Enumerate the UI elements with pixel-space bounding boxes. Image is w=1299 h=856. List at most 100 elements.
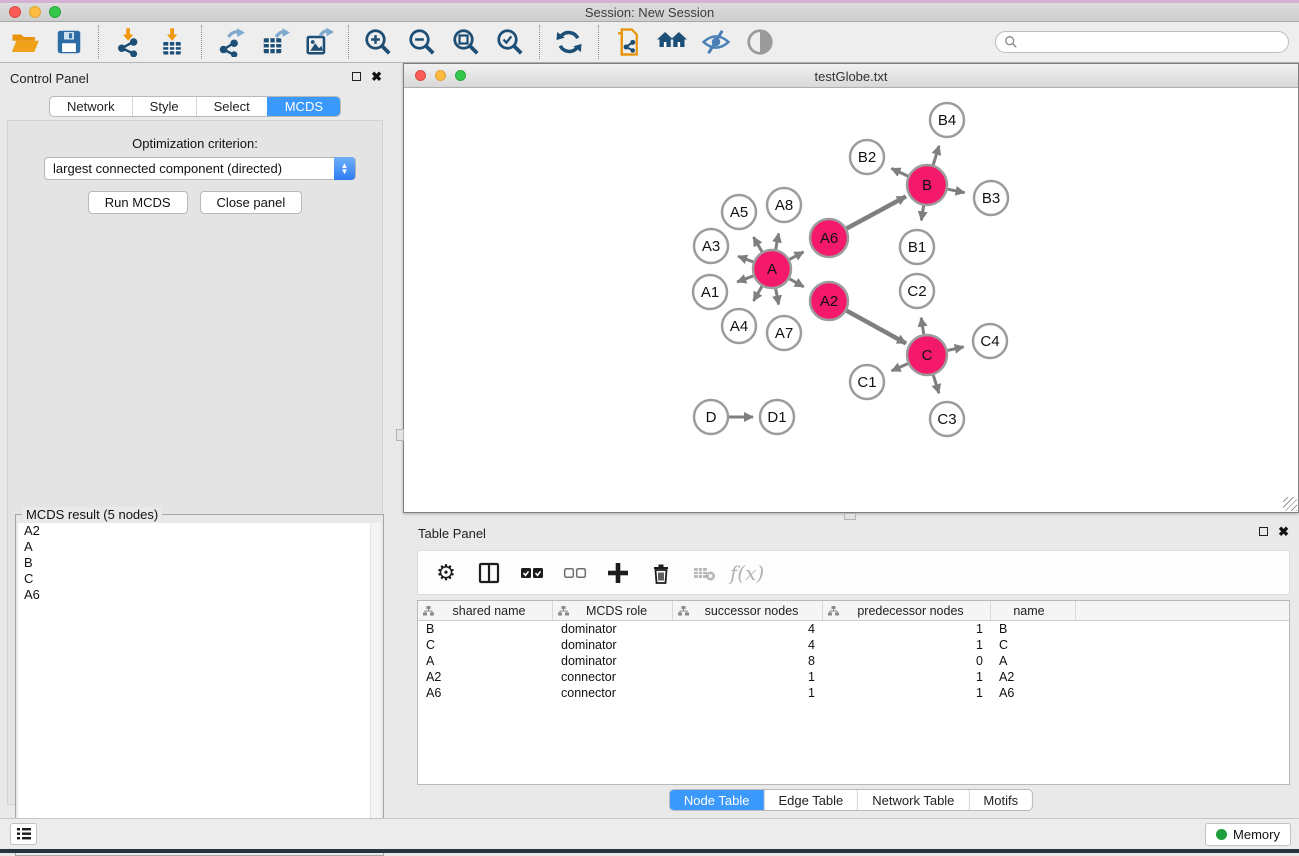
horizontal-splitter-handle[interactable] (844, 513, 856, 520)
graph-edge-B-B2[interactable] (891, 168, 908, 176)
cell-successor-nodes[interactable]: 1 (673, 669, 823, 685)
graph-edge-B-B3[interactable] (948, 189, 965, 192)
zoom-selected-icon[interactable] (493, 25, 527, 59)
graph-edge-A-A5[interactable] (754, 237, 762, 252)
graph-edge-A-A4[interactable] (754, 286, 762, 301)
graph-node-B3[interactable]: B3 (974, 181, 1008, 215)
graph-edge-C-C1[interactable] (892, 364, 908, 371)
graph-node-A[interactable]: A (753, 250, 791, 288)
mcds-result-item[interactable]: A6 (18, 587, 381, 603)
run-mcds-button[interactable]: Run MCDS (88, 191, 188, 214)
zoom-fit-icon[interactable] (449, 25, 483, 59)
float-panel-icon[interactable] (352, 72, 361, 81)
table-settings-gear-icon[interactable]: ⚙ (432, 559, 460, 587)
deselect-all-columns-icon[interactable] (561, 559, 589, 587)
select-all-columns-icon[interactable] (518, 559, 546, 587)
graph-node-A7[interactable]: A7 (767, 316, 801, 350)
close-panel-icon[interactable]: ✖ (371, 72, 382, 81)
column-header-shared-name[interactable]: shared name (418, 601, 553, 620)
float-table-panel-icon[interactable] (1259, 527, 1268, 536)
graph-node-A4[interactable]: A4 (722, 309, 756, 343)
cell-successor-nodes[interactable]: 8 (673, 653, 823, 669)
graph-node-A1[interactable]: A1 (693, 275, 727, 309)
graph-edge-A-A6[interactable] (790, 252, 804, 260)
open-session-icon[interactable] (8, 25, 42, 59)
graph-node-A6[interactable]: A6 (810, 219, 848, 257)
graph-edge-A6-B[interactable] (847, 196, 906, 228)
cell-successor-nodes[interactable]: 4 (673, 621, 823, 637)
graph-edge-C-C2[interactable] (921, 318, 924, 335)
table-row[interactable]: A2connector11A2 (418, 669, 1289, 685)
graph-edge-C-C3[interactable] (933, 375, 939, 393)
cell-name[interactable]: B (991, 621, 1076, 637)
column-header-MCDS-role[interactable]: MCDS role (553, 601, 673, 620)
cell-name[interactable]: A6 (991, 685, 1076, 701)
cell-MCDS-role[interactable]: dominator (553, 637, 673, 653)
cell-successor-nodes[interactable]: 4 (673, 637, 823, 653)
refresh-layout-icon[interactable] (552, 25, 586, 59)
graph-edge-A-A8[interactable] (776, 234, 779, 250)
table-row[interactable]: Bdominator41B (418, 621, 1289, 637)
graph-node-C1[interactable]: C1 (850, 365, 884, 399)
cell-predecessor-nodes[interactable]: 1 (823, 621, 991, 637)
function-builder-icon[interactable]: f(x) (733, 559, 761, 587)
create-column-icon[interactable] (604, 559, 632, 587)
memory-button[interactable]: Memory (1205, 823, 1291, 846)
tab-style[interactable]: Style (132, 97, 196, 116)
tab-network[interactable]: Network (50, 97, 132, 116)
graph-node-C3[interactable]: C3 (930, 402, 964, 436)
tab-mcds[interactable]: MCDS (267, 97, 340, 116)
cell-name[interactable]: A2 (991, 669, 1076, 685)
vertical-splitter-handle[interactable] (396, 429, 404, 441)
graph-node-A8[interactable]: A8 (767, 188, 801, 222)
cell-predecessor-nodes[interactable]: 1 (823, 669, 991, 685)
graph-node-B[interactable]: B (907, 165, 947, 205)
graph-node-A2[interactable]: A2 (810, 282, 848, 320)
mcds-result-item[interactable]: A (18, 539, 381, 555)
graph-node-A5[interactable]: A5 (722, 195, 756, 229)
network-window-titlebar[interactable]: testGlobe.txt (404, 64, 1298, 88)
home-layout-icon[interactable] (655, 25, 689, 59)
zoom-out-icon[interactable] (405, 25, 439, 59)
graph-edge-A-A2[interactable] (789, 279, 803, 287)
cell-successor-nodes[interactable]: 1 (673, 685, 823, 701)
table-row[interactable]: Cdominator41C (418, 637, 1289, 653)
show-graphics-details-icon[interactable] (743, 25, 777, 59)
cell-name[interactable]: C (991, 637, 1076, 653)
close-table-panel-icon[interactable]: ✖ (1278, 527, 1289, 536)
search-input[interactable] (995, 31, 1289, 53)
cell-MCDS-role[interactable]: dominator (553, 653, 673, 669)
column-header-name[interactable]: name (991, 601, 1076, 620)
graph-edge-A2-C[interactable] (847, 311, 906, 344)
zoom-in-icon[interactable] (361, 25, 395, 59)
show-panels-button[interactable] (10, 823, 37, 845)
table-row[interactable]: A6connector11A6 (418, 685, 1289, 701)
graph-node-C[interactable]: C (907, 335, 947, 375)
graph-node-D1[interactable]: D1 (760, 400, 794, 434)
cell-shared-name[interactable]: A6 (418, 685, 553, 701)
graph-edge-A-A7[interactable] (776, 289, 779, 305)
export-table-icon[interactable] (258, 25, 292, 59)
graph-node-C2[interactable]: C2 (900, 274, 934, 308)
graph-node-C4[interactable]: C4 (973, 324, 1007, 358)
table-tab-network-table[interactable]: Network Table (857, 790, 968, 810)
export-network-icon[interactable] (214, 25, 248, 59)
delete-table-icon[interactable] (690, 559, 718, 587)
mcds-result-item[interactable]: C (18, 571, 381, 587)
graph-edge-B-B1[interactable] (921, 206, 923, 221)
hide-graphics-details-icon[interactable] (699, 25, 733, 59)
cell-MCDS-role[interactable]: connector (553, 685, 673, 701)
network-graph[interactable]: B4B2BB3A5A8A6A3B1AA1C2A2A4A7CC4C1C3DD1 (404, 88, 1298, 512)
delete-column-trash-icon[interactable] (647, 559, 675, 587)
table-tab-edge-table[interactable]: Edge Table (763, 790, 857, 810)
table-tab-motifs[interactable]: Motifs (968, 790, 1032, 810)
cell-shared-name[interactable]: C (418, 637, 553, 653)
new-network-document-icon[interactable] (611, 25, 645, 59)
import-table-icon[interactable] (155, 25, 189, 59)
graph-node-B4[interactable]: B4 (930, 103, 964, 137)
mcds-result-item[interactable]: B (18, 555, 381, 571)
column-header-successor-nodes[interactable]: successor nodes (673, 601, 823, 620)
column-header-predecessor-nodes[interactable]: predecessor nodes (823, 601, 991, 620)
show-column-panel-icon[interactable] (475, 559, 503, 587)
save-session-icon[interactable] (52, 25, 86, 59)
